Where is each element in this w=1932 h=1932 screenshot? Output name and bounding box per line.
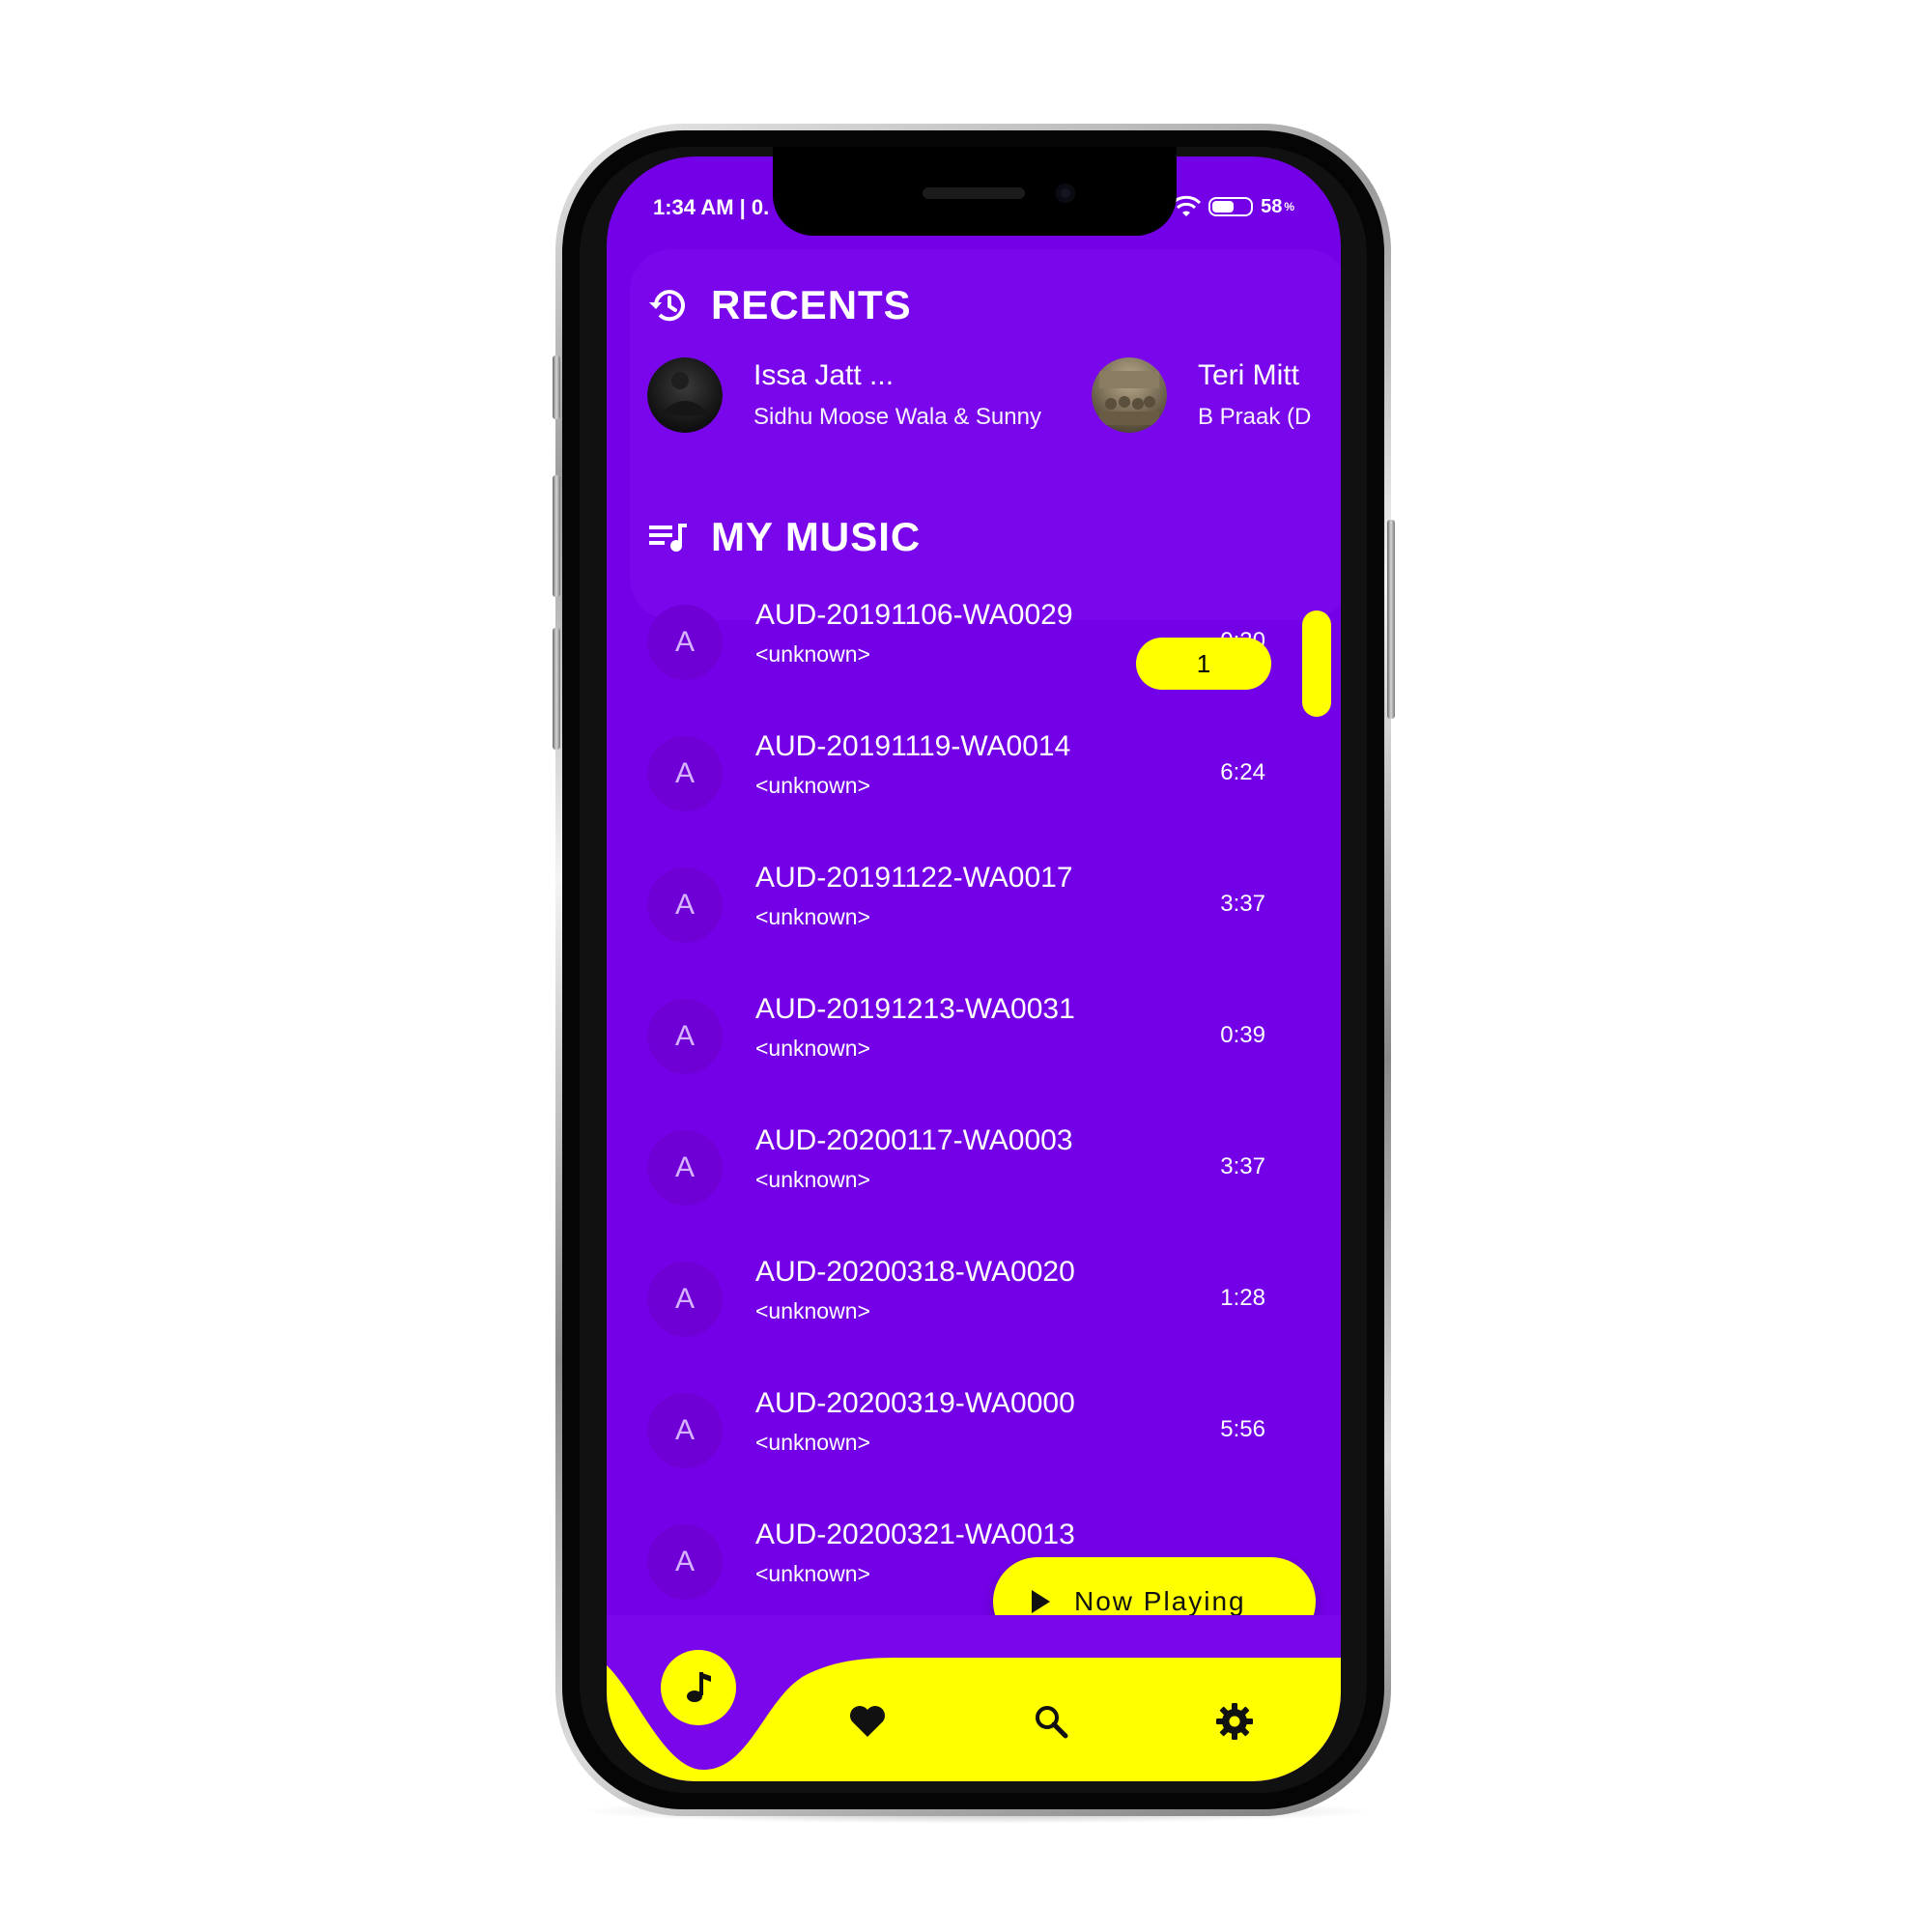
search-icon — [1036, 1706, 1068, 1739]
heart-icon — [850, 1706, 885, 1737]
front-camera — [1056, 184, 1075, 203]
song-avatar: A — [647, 605, 723, 680]
recent-item[interactable]: Issa Jatt ... Sidhu Moose Wala & Sunny — [647, 357, 1041, 433]
recent-title: Issa Jatt ... — [753, 359, 895, 391]
recents-header: RECENTS — [647, 282, 912, 328]
song-row[interactable]: A AUD-20191119-WA0014 <unknown> 6:24 — [647, 730, 1265, 856]
song-title: AUD-20191122-WA0017 — [755, 862, 1073, 894]
song-row[interactable]: A AUD-20200319-WA0000 <unknown> 5:56 — [647, 1387, 1265, 1513]
history-icon — [649, 290, 685, 322]
silent-switch — [553, 355, 560, 419]
song-avatar: A — [647, 1524, 723, 1600]
song-row[interactable]: A AUD-20200318-WA0020 <unknown> 1:28 — [647, 1256, 1265, 1381]
status-icons: 58% — [1172, 195, 1294, 218]
song-duration: 3:37 — [1220, 1153, 1265, 1179]
song-title: AUD-20200318-WA0020 — [755, 1256, 1075, 1288]
recents-title: RECENTS — [711, 282, 912, 327]
my-music-header: MY MUSIC — [647, 514, 921, 560]
album-art — [1092, 357, 1167, 433]
nav-search-button[interactable] — [1022, 1692, 1080, 1750]
song-title: AUD-20191213-WA0031 — [755, 993, 1075, 1025]
power-button — [1387, 520, 1395, 719]
queue-music-icon — [649, 524, 687, 552]
volume-down-button — [553, 628, 560, 750]
recent-item[interactable]: Teri Mitt B Praak (D — [1092, 357, 1311, 433]
song-title: AUD-20191119-WA0014 — [755, 730, 1071, 762]
earpiece-speaker — [923, 187, 1025, 199]
song-duration: 3:37 — [1220, 891, 1265, 917]
song-artist: <unknown> — [755, 1298, 870, 1323]
nav-favorites-button[interactable] — [838, 1692, 896, 1750]
song-duration: 0:39 — [1220, 1022, 1265, 1048]
song-duration: 5:56 — [1220, 1416, 1265, 1442]
gear-icon — [1216, 1703, 1253, 1740]
song-artist: <unknown> — [755, 904, 870, 929]
battery-unit: % — [1284, 200, 1294, 213]
recent-artist: Sidhu Moose Wala & Sunny — [753, 404, 1041, 430]
nav-settings-button[interactable] — [1206, 1692, 1264, 1750]
song-duration: 6:24 — [1220, 759, 1265, 785]
scroll-index-bubble: 1 — [1136, 638, 1271, 690]
recent-artist: B Praak (D — [1198, 404, 1312, 430]
album-art — [647, 357, 723, 433]
song-artist: <unknown> — [755, 641, 870, 667]
song-avatar: A — [647, 1130, 723, 1206]
song-avatar: A — [647, 1262, 723, 1337]
song-avatar: A — [647, 736, 723, 811]
app-screen: 1:34 AM | 0. 58% RECENTS Issa Jatt ... S… — [607, 156, 1341, 1781]
status-time: 1:34 AM | 0. — [653, 195, 770, 219]
play-icon — [1032, 1590, 1050, 1613]
music-note-icon — [687, 1672, 711, 1702]
song-duration: 1:28 — [1220, 1285, 1265, 1311]
song-artist: <unknown> — [755, 773, 870, 798]
song-artist: <unknown> — [755, 1167, 870, 1192]
song-title: AUD-20200321-WA0013 — [755, 1519, 1075, 1550]
scrollbar-thumb[interactable] — [1302, 611, 1331, 717]
song-title: AUD-20200117-WA0003 — [755, 1124, 1073, 1156]
recent-text: Issa Jatt ... Sidhu Moose Wala & Sunny — [753, 359, 1041, 431]
recent-text: Teri Mitt B Praak (D — [1198, 359, 1311, 431]
song-artist: <unknown> — [755, 1561, 870, 1586]
volume-up-button — [553, 475, 560, 597]
song-title: AUD-20191106-WA0029 — [755, 599, 1073, 631]
song-title: AUD-20200319-WA0000 — [755, 1387, 1075, 1419]
battery-percent: 58 — [1261, 195, 1283, 217]
song-row[interactable]: A AUD-20200117-WA0003 <unknown> 3:37 — [647, 1124, 1265, 1250]
song-row[interactable]: A AUD-20191122-WA0017 <unknown> 3:37 — [647, 862, 1265, 987]
recent-title: Teri Mitt — [1198, 359, 1299, 391]
song-avatar: A — [647, 999, 723, 1074]
song-row[interactable]: A AUD-20191213-WA0031 <unknown> 0:39 — [647, 993, 1265, 1119]
song-artist: <unknown> — [755, 1430, 870, 1455]
battery-fill — [1212, 201, 1235, 213]
battery-icon — [1208, 197, 1254, 216]
nav-music-button[interactable] — [661, 1650, 736, 1725]
now-playing-label: Now Playing — [1074, 1586, 1246, 1616]
song-avatar: A — [647, 1393, 723, 1468]
song-artist: <unknown> — [755, 1036, 870, 1061]
my-music-title: MY MUSIC — [711, 514, 922, 559]
song-avatar: A — [647, 867, 723, 943]
